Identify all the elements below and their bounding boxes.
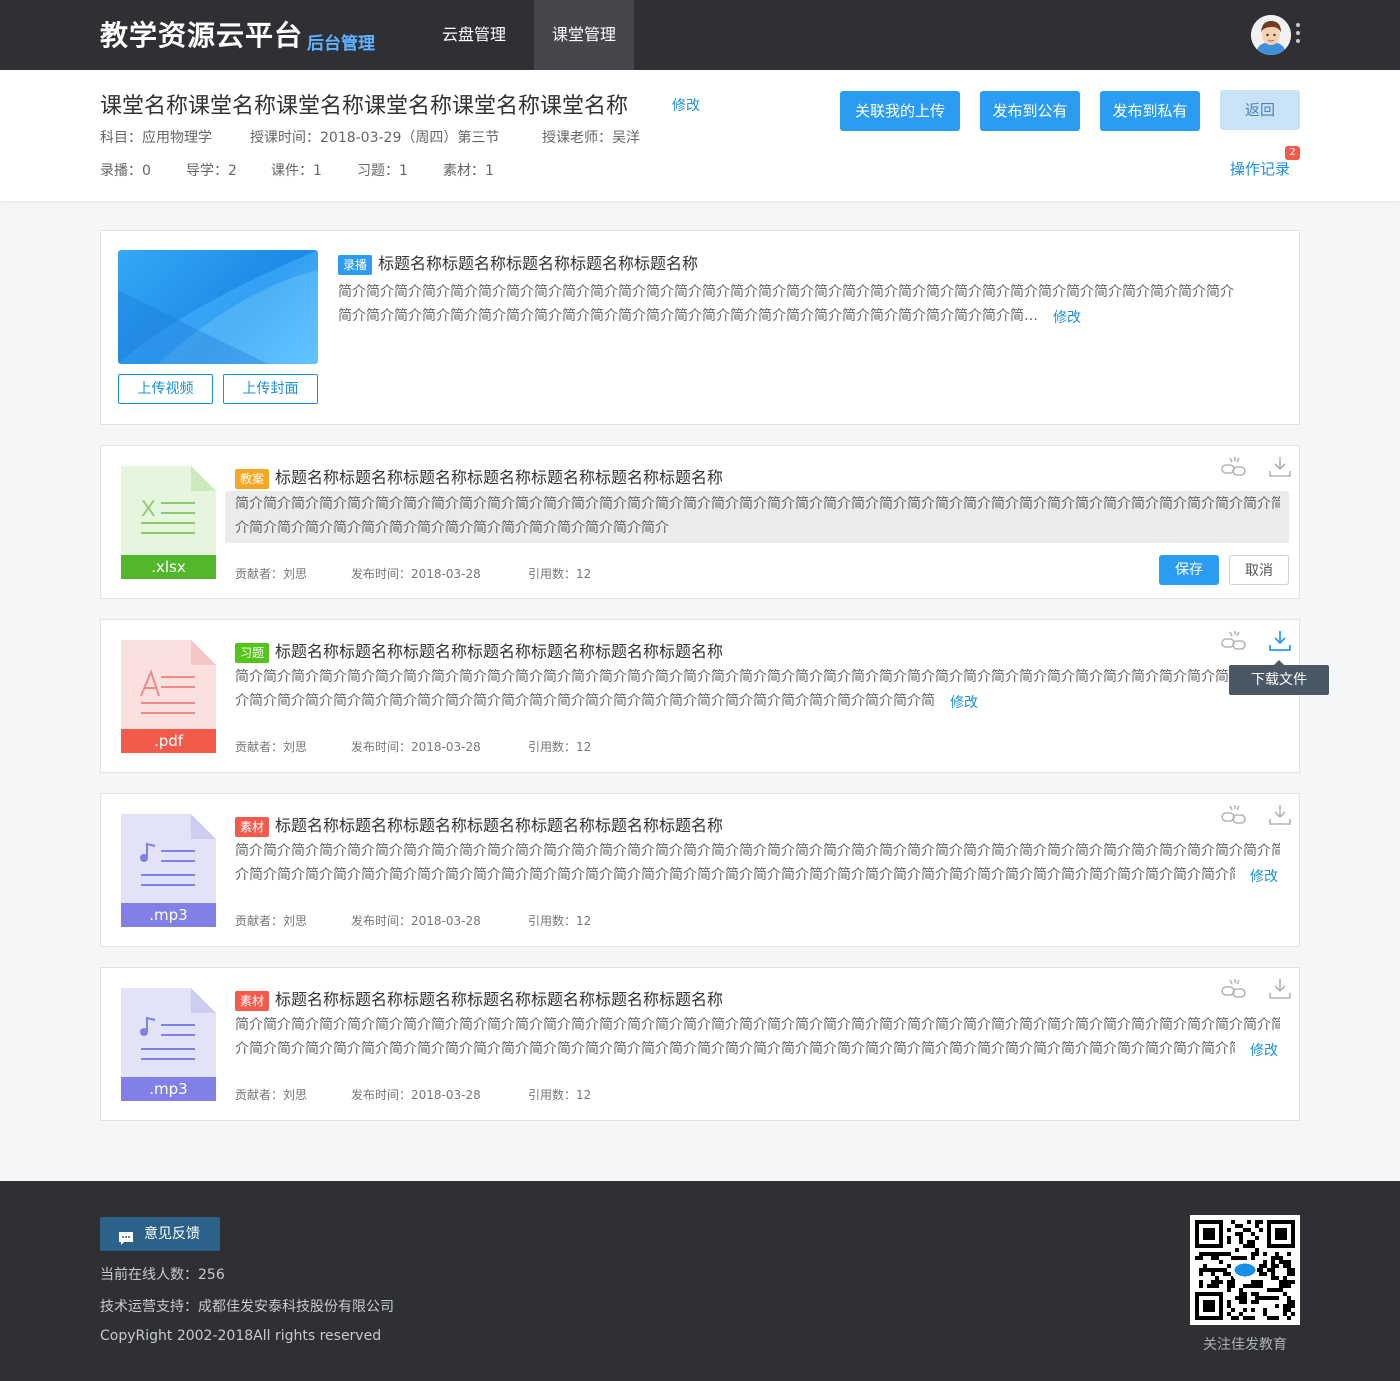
back-button[interactable]: 返回 [1220, 90, 1300, 130]
tech-support: 技术运营支持：成都佳发安泰科技股份有限公司 [100, 1299, 394, 1315]
svg-text:X: X [141, 496, 156, 521]
publish-date: 发布时间：2018-03-28 [351, 914, 481, 928]
contributor: 贡献者：刘思 [235, 914, 308, 928]
video-description-line-2: 简介简介简介简介简介简介简介简介简介简介简介简介简介简介简介简介简介简介简介简介… [338, 308, 1043, 324]
resource-edit-link[interactable]: 修改 [1250, 866, 1278, 886]
resource-card: .mp3 素材 标题名称标题名称标题名称标题名称标题名称标题名称标题名称 简介简介… [100, 793, 1300, 947]
tag-badge: 素材 [235, 990, 270, 1011]
cancel-button[interactable]: 取消 [1229, 555, 1289, 585]
file-extension-label: .mp3 [149, 1080, 188, 1098]
reference-count: 引用数：12 [528, 914, 592, 928]
nav-tab-cloud-drive[interactable]: 云盘管理 [424, 0, 524, 70]
download-icon[interactable] [1267, 978, 1293, 1000]
operation-log-badge: 2 [1285, 146, 1300, 160]
copyright: CopyRight 2002-2018All rights reserved [100, 1328, 382, 1344]
download-tooltip: 下载文件 [1229, 660, 1329, 695]
course-teacher: 授课老师：吴洋 [542, 130, 640, 146]
feedback-label: 意见反馈 [144, 1226, 200, 1242]
tag-badge: 习题 [235, 642, 270, 663]
feedback-button[interactable]: 意见反馈 [100, 1217, 220, 1251]
pdf-file-icon: .pdf [121, 640, 216, 753]
description-line-2: 介简介简介简介简介简介简介简介简介简介简介简介简介简介简介简介简介简介简介简介简… [235, 1041, 1235, 1057]
nav-tab-classroom[interactable]: 课堂管理 [534, 0, 634, 70]
save-button[interactable]: 保存 [1159, 555, 1219, 585]
video-edit-link[interactable]: 修改 [1053, 307, 1081, 327]
resource-card: X .xlsx 教案 标题名称标题名称标题名称标题名称标题名称标题名称标题名称 简… [100, 445, 1300, 599]
resource-edit-link[interactable]: 修改 [1250, 1040, 1278, 1060]
contributor: 贡献者：刘思 [235, 567, 308, 581]
upload-video-button[interactable]: 上传视频 [118, 374, 213, 404]
description-line-1: 简介简介简介简介简介简介简介简介简介简介简介简介简介简介简介简介简介简介简介简介… [235, 1017, 1280, 1033]
online-count: 当前在线人数：256 [100, 1267, 225, 1283]
tag-badge: 教案 [235, 468, 270, 489]
resource-edit-link[interactable]: 修改 [950, 692, 978, 712]
resource-card: .pdf 习题 标题名称标题名称标题名称标题名称标题名称标题名称标题名称 简介简介… [100, 619, 1300, 773]
reference-count: 引用数：12 [528, 1088, 592, 1102]
description-line-2: 介简介简介简介简介简介简介简介简介简介简介简介简介简介简介简介简介简介简介简介简… [235, 693, 935, 709]
top-navbar: 教学资源云平台 后台管理 云盘管理 课堂管理 [0, 0, 1400, 70]
xlsx-file-icon: X .xlsx [121, 466, 216, 579]
publish-public-button[interactable]: 发布到公有 [980, 91, 1080, 131]
publish-date: 发布时间：2018-03-28 [351, 567, 481, 581]
resource-title: 素材 标题名称标题名称标题名称标题名称标题名称标题名称标题名称 [235, 986, 723, 1011]
resource-title: 教案 标题名称标题名称标题名称标题名称标题名称标题名称标题名称 [235, 464, 723, 489]
app-logo-subtitle: 后台管理 [307, 34, 375, 54]
file-extension-label: .mp3 [149, 906, 188, 924]
file-extension-label: .xlsx [151, 558, 186, 576]
reference-count: 引用数：12 [528, 740, 592, 754]
course-subject: 科目：应用物理学 [100, 130, 212, 146]
app-logo[interactable]: 教学资源云平台 [100, 14, 303, 54]
count-recording: 录播：0 [100, 163, 151, 179]
resource-card: .mp3 素材 标题名称标题名称标题名称标题名称标题名称标题名称标题名称 简介简介… [100, 967, 1300, 1121]
count-courseware: 课件：1 [271, 163, 322, 179]
reference-count: 引用数：12 [528, 567, 592, 581]
publish-date: 发布时间：2018-03-28 [351, 1088, 481, 1102]
description-line-1: 简介简介简介简介简介简介简介简介简介简介简介简介简介简介简介简介简介简介简介简介… [235, 669, 1280, 685]
download-icon[interactable] [1267, 456, 1293, 478]
contributor: 贡献者：刘思 [235, 740, 308, 754]
video-card: 上传视频 上传封面 录播 标题名称标题名称标题名称标题名称标题名称 简介简介简介简… [100, 230, 1300, 425]
resource-title: 习题 标题名称标题名称标题名称标题名称标题名称标题名称标题名称 [235, 638, 723, 663]
download-icon[interactable] [1267, 630, 1293, 652]
link-icon[interactable] [1221, 630, 1247, 652]
count-guide: 导学：2 [186, 163, 237, 179]
description-line-1: 简介简介简介简介简介简介简介简介简介简介简介简介简介简介简介简介简介简介简介简介… [235, 843, 1280, 859]
qr-caption: 关注佳发教育 [1203, 1337, 1287, 1353]
qr-code [1190, 1215, 1300, 1325]
user-avatar[interactable] [1251, 15, 1291, 55]
mp3-file-icon: .mp3 [121, 814, 216, 927]
link-icon[interactable] [1221, 456, 1247, 478]
contributor: 贡献者：刘思 [235, 1088, 308, 1102]
tag-badge: 录播 [338, 254, 373, 275]
tag-badge: 素材 [235, 816, 270, 837]
link-icon[interactable] [1221, 978, 1247, 1000]
count-material: 素材：1 [443, 163, 494, 179]
course-time: 授课时间：2018-03-29（周四）第三节 [250, 130, 500, 146]
description-line-2: 介简介简介简介简介简介简介简介简介简介简介简介简介简介简介简介 [235, 520, 669, 536]
more-vertical-icon[interactable] [1296, 23, 1300, 47]
course-title: 课堂名称课堂名称课堂名称课堂名称课堂名称课堂名称 [100, 94, 629, 119]
video-cover-thumbnail [118, 250, 318, 364]
download-icon[interactable] [1267, 804, 1293, 826]
count-exercise: 习题：1 [357, 163, 408, 179]
video-title: 录播 标题名称标题名称标题名称标题名称标题名称 [338, 250, 698, 275]
link-icon[interactable] [1221, 804, 1247, 826]
course-edit-link[interactable]: 修改 [672, 95, 700, 115]
chat-icon [118, 1226, 134, 1245]
upload-cover-button[interactable]: 上传封面 [223, 374, 318, 404]
mp3-file-icon: .mp3 [121, 988, 216, 1101]
resource-title: 素材 标题名称标题名称标题名称标题名称标题名称标题名称标题名称 [235, 812, 723, 837]
publish-private-button[interactable]: 发布到私有 [1100, 91, 1200, 131]
video-description-line-1: 简介简介简介简介简介简介简介简介简介简介简介简介简介简介简介简介简介简介简介简介… [338, 284, 1234, 300]
file-extension-label: .pdf [153, 732, 184, 750]
operation-log-link[interactable]: 操作记录 [1230, 158, 1290, 179]
publish-date: 发布时间：2018-03-28 [351, 740, 481, 754]
description-line-2: 介简介简介简介简介简介简介简介简介简介简介简介简介简介简介简介简介简介简介简介简… [235, 867, 1235, 883]
description-line-1: 简介简介简介简介简介简介简介简介简介简介简介简介简介简介简介简介简介简介简介简介… [235, 496, 1280, 512]
link-my-uploads-button[interactable]: 关联我的上传 [840, 91, 960, 131]
